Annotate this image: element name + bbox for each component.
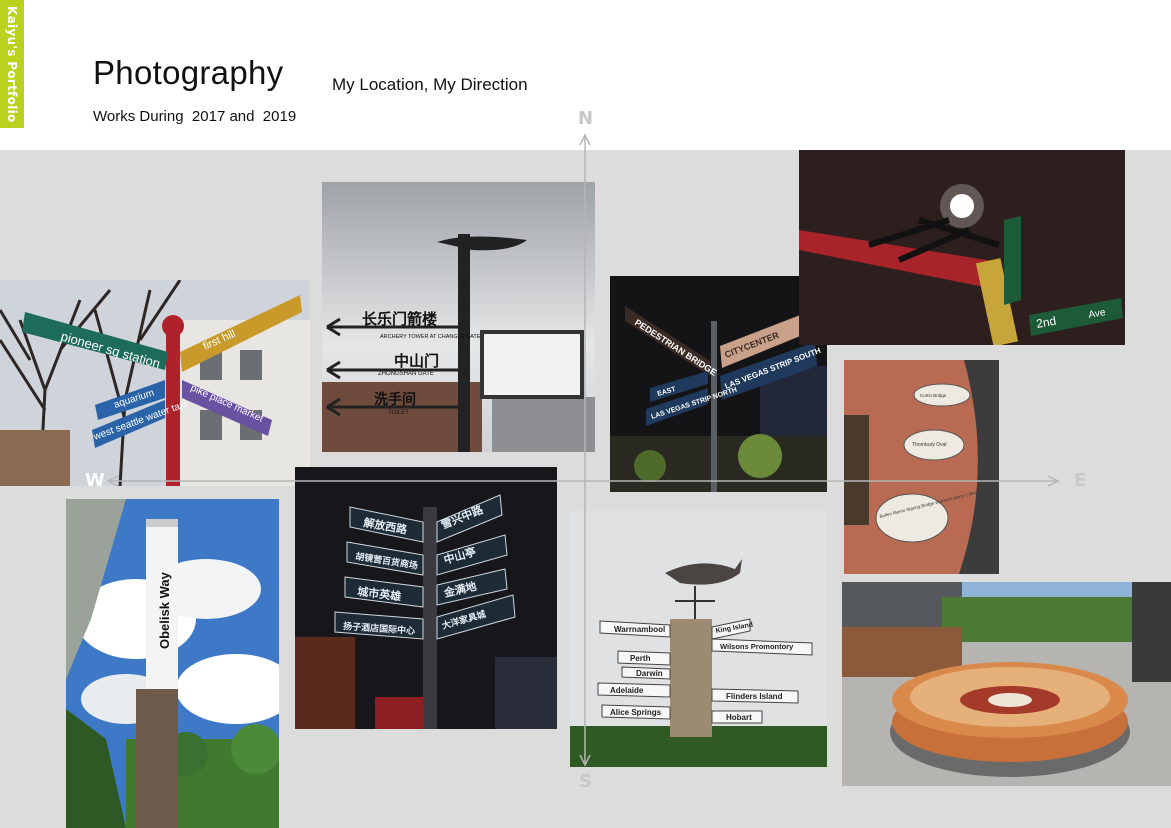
sign-toilet-zh: 洗手间 xyxy=(374,391,416,408)
compass-north-label: N xyxy=(578,108,594,129)
photo-changle-signpost: 长乐门箭楼 ARCHERY TOWER AT CHANGLE GATE 中山门 … xyxy=(322,182,595,452)
sign-warrnambool: Warrnambool xyxy=(614,625,665,634)
compass-east-label: E xyxy=(1074,470,1087,491)
sign-darwin: Darwin xyxy=(636,669,663,678)
plaque-3: Curtin Bridge xyxy=(920,393,947,398)
sign-adelaide: Adelaide xyxy=(610,686,644,695)
compass-south-label: S xyxy=(579,771,592,792)
sign-perth: Perth xyxy=(630,654,651,663)
photo-ground-plaques: Curtin Bridge Thornbury Oval Bullen Memo… xyxy=(844,360,999,574)
sign-wilsons: Wilsons Promontory xyxy=(720,642,794,651)
photo-night-street-sign: 2nd Ave xyxy=(799,150,1125,345)
sign-changle-zh: 长乐门箭楼 xyxy=(362,310,437,328)
sign-obelisk: Obelisk Way xyxy=(157,571,172,649)
photo-lasvegas-signpost: PEDESTRIAN BRIDGE CITYCENTER LAS VEGAS S… xyxy=(610,276,827,492)
photo-chinese-night-signpost: 解放西路 胡镜营百货商场 城市英雄 扬子酒店国际中心 雪兴中路 中山亭 金满地 … xyxy=(295,467,557,729)
sign-flinders: Flinders Island xyxy=(726,692,783,701)
compass-west-label: W xyxy=(85,470,105,491)
photo-seattle-signpost: pioneer sq station pike place market aqu… xyxy=(0,280,310,486)
page-subtitle: My Location, My Direction xyxy=(332,75,528,94)
sign-hobart: Hobart xyxy=(726,713,752,722)
photo-obelisk-way: Obelisk Way xyxy=(66,499,279,828)
portfolio-tab: Kaiyu's Portfolio xyxy=(0,0,24,128)
sign-zhongshan-zh: 中山门 xyxy=(394,352,439,370)
sign-zhongshan-en: ZHONGSHAN GATE xyxy=(378,371,434,377)
sign-alice-springs: Alice Springs xyxy=(610,708,662,717)
photo-whale-signpost: Warrnambool Perth Darwin Adelaide Alice … xyxy=(570,511,827,767)
page-title: Photography xyxy=(93,54,284,91)
works-period: Works During 2017 and 2019 xyxy=(93,108,297,125)
photo-circular-sculpture xyxy=(842,582,1171,786)
plaque-2: Thornbury Oval xyxy=(912,442,946,448)
sign-toilet-en: TOILET xyxy=(388,410,409,416)
portfolio-tab-label: Kaiyu's Portfolio xyxy=(5,5,19,123)
sign-changle-en: ARCHERY TOWER AT CHANGLE GATE xyxy=(380,334,481,340)
